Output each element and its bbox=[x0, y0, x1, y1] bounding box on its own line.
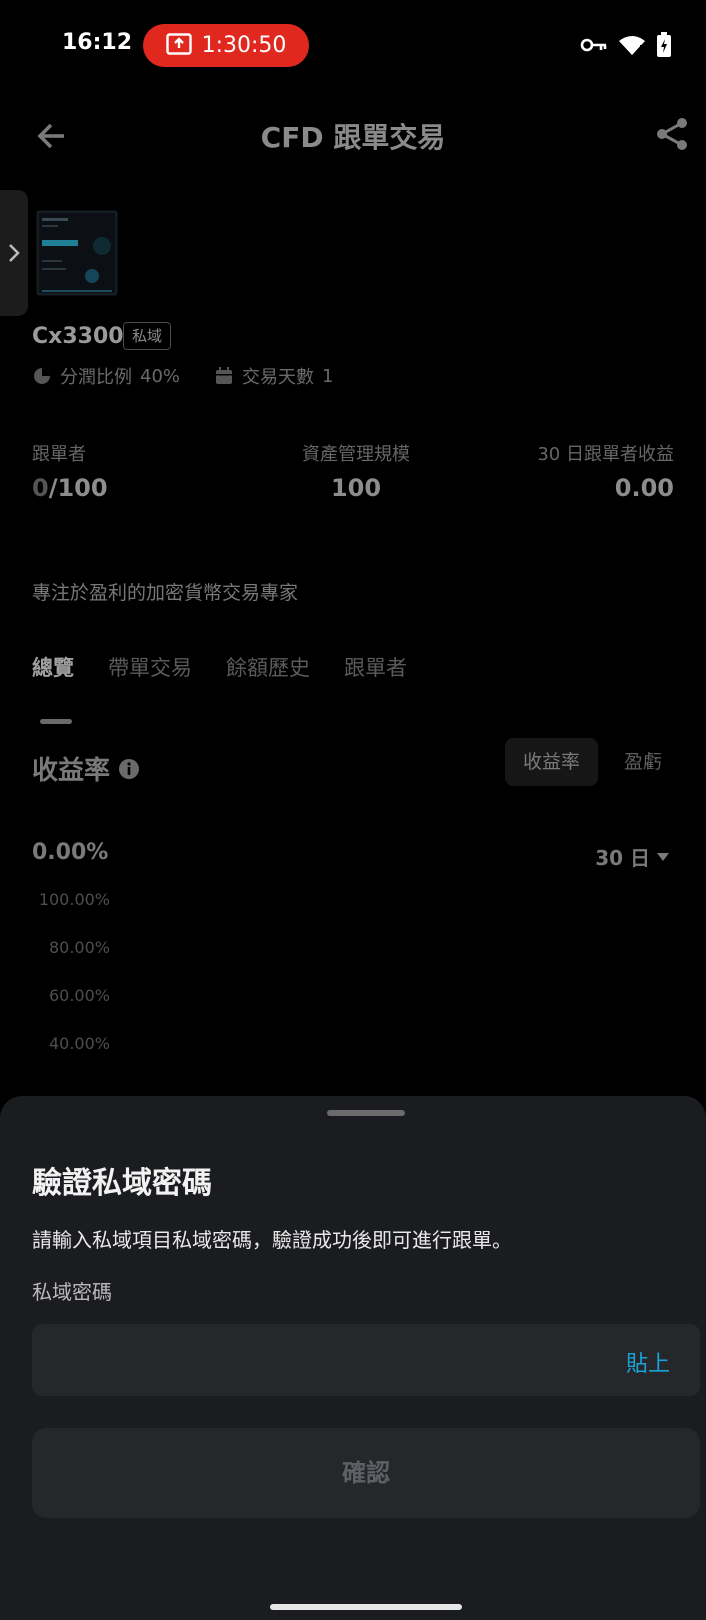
paste-button[interactable]: 貼上 bbox=[626, 1346, 670, 1378]
home-gesture-bar[interactable] bbox=[270, 1604, 462, 1610]
y-tick-label: 100.00% bbox=[38, 890, 110, 909]
recording-timer: 1:30:50 bbox=[201, 33, 287, 58]
y-tick-label: 80.00% bbox=[48, 938, 110, 957]
system-nav-area bbox=[0, 1578, 706, 1620]
trader-description: 專注於盈利的加密貨幣交易專家 bbox=[32, 582, 299, 604]
aum-label: 資產管理規模 bbox=[302, 444, 410, 465]
vpn-key-icon bbox=[580, 36, 608, 58]
followers-label: 跟單者 bbox=[32, 444, 86, 465]
trader-meta: 分潤比例 40% 交易天數 1 bbox=[32, 363, 367, 389]
follower-pnl-label: 30 日跟單者收益 bbox=[537, 444, 674, 465]
share-icon bbox=[657, 118, 687, 150]
confirm-button[interactable]: 確認 bbox=[32, 1428, 700, 1518]
trading-days-value: 1 bbox=[322, 365, 334, 387]
trader-name: Cx3300 bbox=[32, 324, 124, 349]
status-bar: 16:12 1:30:50 bbox=[0, 0, 706, 92]
battery-icon bbox=[656, 32, 672, 62]
tab-overview[interactable]: 總覽 bbox=[32, 652, 74, 682]
share-button[interactable] bbox=[652, 114, 692, 154]
sheet-title: 驗證私域密碼 bbox=[32, 1166, 212, 1201]
info-icon[interactable] bbox=[118, 758, 140, 780]
screen-record-icon bbox=[165, 32, 192, 59]
status-icons bbox=[580, 32, 672, 62]
aum-stat: 資產管理規模 100 bbox=[302, 440, 410, 502]
aum-value: 100 bbox=[330, 474, 382, 502]
tab-bar: 總覽 帶單交易 餘額歷史 跟單者 bbox=[32, 652, 407, 682]
follower-pnl-stat: 30 日跟單者收益 0.00 bbox=[537, 440, 674, 502]
profit-share-label: 分潤比例 bbox=[60, 367, 132, 388]
toggle-roi[interactable]: 收益率 bbox=[504, 738, 598, 786]
performance-title-text: 收益率 bbox=[32, 756, 111, 786]
followers-value: 0/100 bbox=[32, 474, 108, 502]
screen-recording-indicator[interactable]: 1:30:50 bbox=[143, 24, 309, 67]
page-title: CFD 跟單交易 bbox=[260, 121, 446, 154]
stats-row: 跟單者 0/100 資產管理規模 100 30 日跟單者收益 0.00 bbox=[32, 440, 674, 502]
caret-down-icon bbox=[657, 852, 669, 861]
app-bar: CFD 跟單交易 bbox=[0, 92, 706, 180]
trading-days-label: 交易天數 bbox=[242, 367, 315, 388]
metric-toggle: 收益率 盈虧 bbox=[504, 738, 680, 786]
password-input[interactable] bbox=[52, 1324, 572, 1396]
chevron-right-icon bbox=[9, 244, 20, 262]
performance-title: 收益率 bbox=[32, 750, 140, 787]
y-tick-label: 60.00% bbox=[48, 986, 110, 1005]
follower-pnl-value: 0.00 bbox=[614, 474, 674, 502]
tab-lead-trades[interactable]: 帶單交易 bbox=[108, 652, 192, 682]
period-dropdown[interactable]: 30 日 bbox=[595, 842, 670, 871]
tab-indicator bbox=[40, 719, 72, 724]
clock: 16:12 bbox=[62, 30, 133, 55]
sheet-drag-handle[interactable] bbox=[327, 1110, 405, 1116]
pie-chart-icon bbox=[34, 368, 50, 384]
toggle-pnl[interactable]: 盈虧 bbox=[606, 738, 680, 786]
profit-share-value: 40% bbox=[140, 365, 181, 387]
sheet-description: 請輸入私域項目私域密碼，驗證成功後即可進行跟單。 bbox=[32, 1228, 512, 1252]
private-badge: 私域 bbox=[123, 322, 172, 350]
followers-stat: 跟單者 0/100 bbox=[32, 440, 108, 502]
tab-balance-history[interactable]: 餘額歷史 bbox=[226, 652, 310, 682]
side-drawer-handle[interactable] bbox=[0, 190, 28, 316]
trading-days: 交易天數 1 bbox=[214, 363, 333, 389]
period-label: 30 日 bbox=[595, 846, 650, 870]
calendar-icon bbox=[216, 367, 233, 384]
y-tick-label: 40.00% bbox=[48, 1034, 110, 1053]
trader-avatar bbox=[36, 210, 118, 296]
verify-password-sheet: 驗證私域密碼 請輸入私域項目私域密碼，驗證成功後即可進行跟單。 私域密碼 貼上 … bbox=[0, 1096, 706, 1578]
profit-share: 分潤比例 40% bbox=[32, 363, 180, 389]
roi-value: 0.00% bbox=[32, 840, 109, 865]
password-field: 貼上 bbox=[32, 1324, 700, 1396]
password-field-label: 私域密碼 bbox=[32, 1280, 112, 1304]
wifi-icon bbox=[618, 34, 646, 60]
tab-followers[interactable]: 跟單者 bbox=[344, 652, 407, 682]
